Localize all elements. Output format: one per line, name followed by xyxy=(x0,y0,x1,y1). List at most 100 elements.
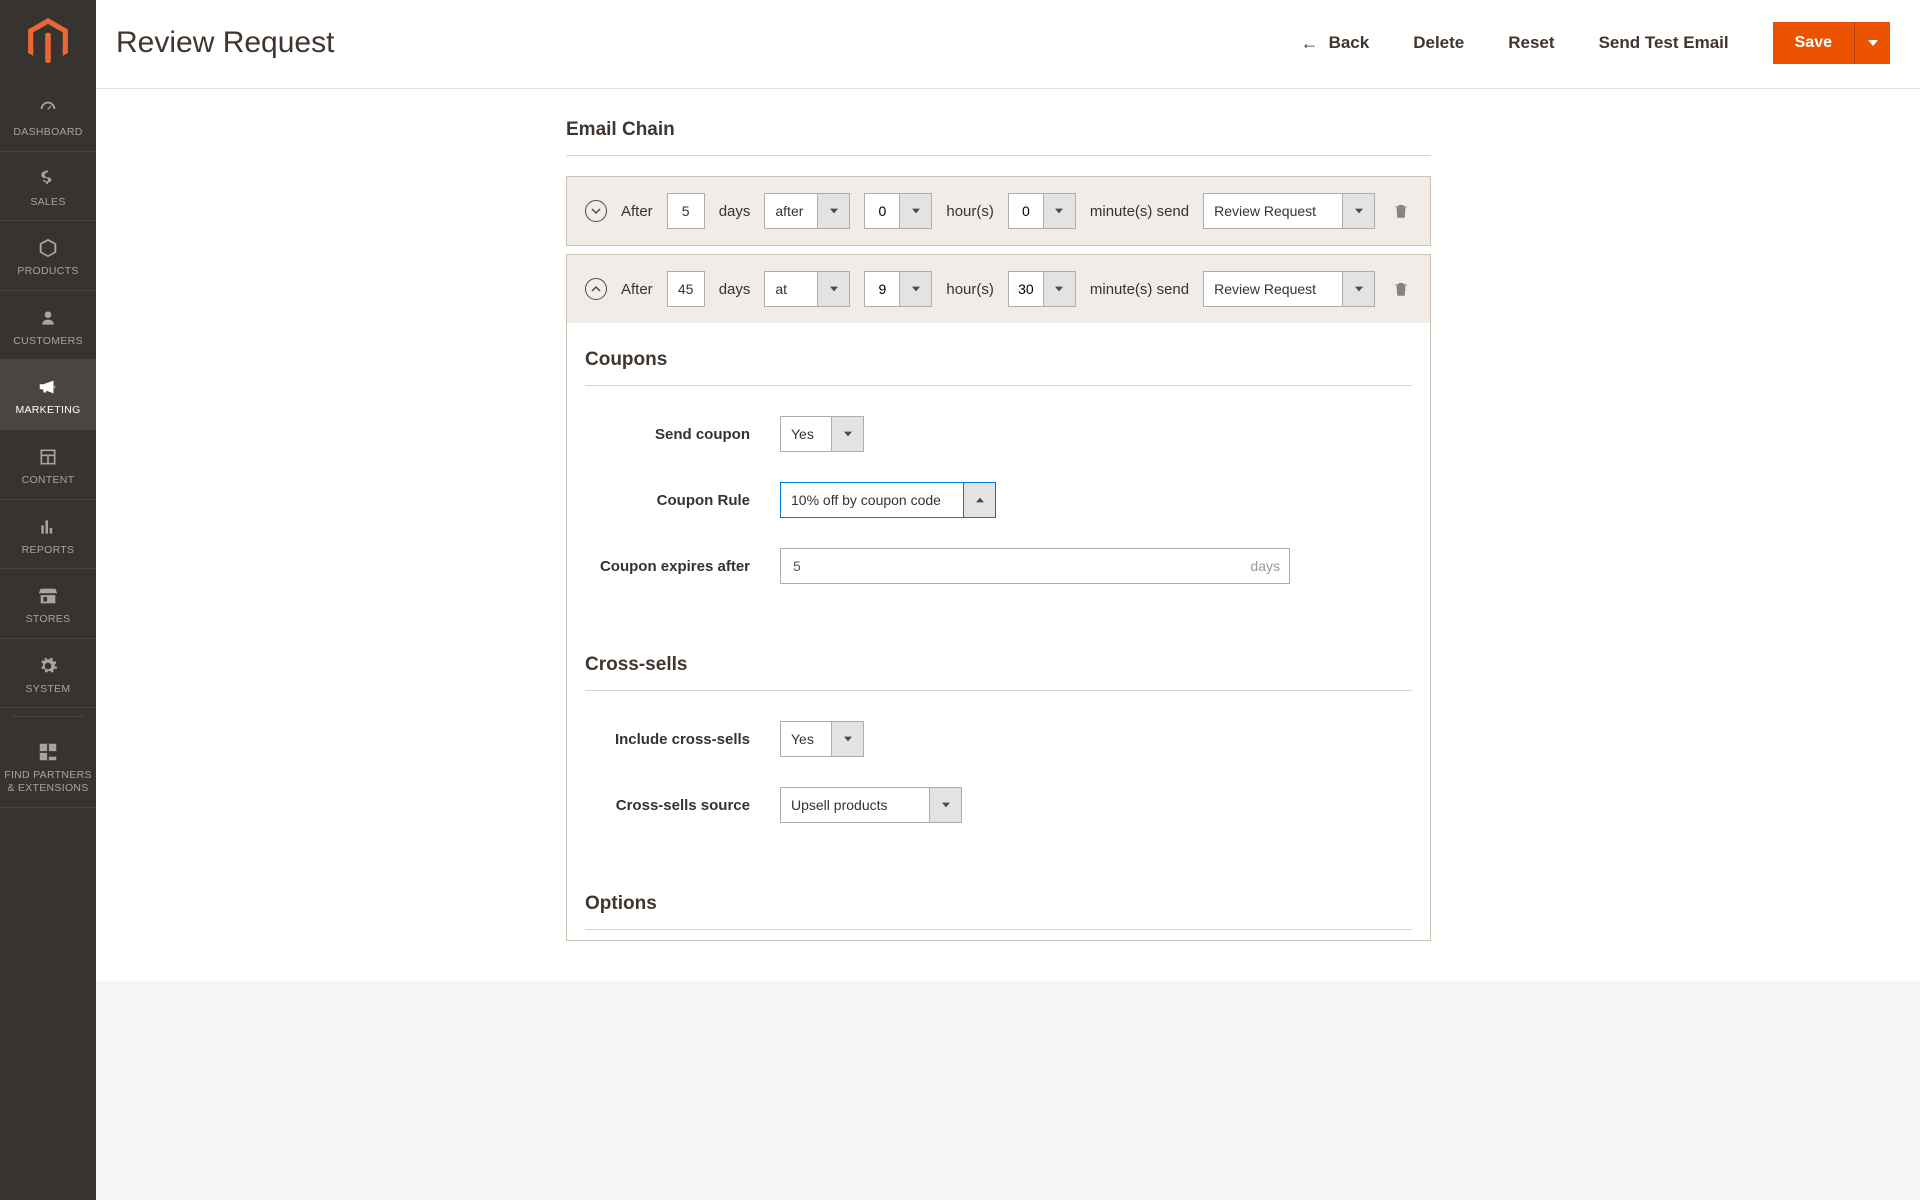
nav-label: PRODUCTS xyxy=(17,265,78,278)
save-button[interactable]: Save xyxy=(1773,22,1854,64)
page-header: Review Request ← Back Delete Reset Send … xyxy=(96,0,1920,89)
hours-select[interactable] xyxy=(864,193,932,229)
select-toggle[interactable] xyxy=(832,721,864,757)
nav-label: CUSTOMERS xyxy=(13,335,83,348)
blocks-icon xyxy=(37,739,59,765)
template-select[interactable]: Review Request xyxy=(1203,271,1375,307)
magento-logo[interactable] xyxy=(0,0,96,82)
email-chain-expanded-panel: Coupons Send coupon Yes xyxy=(566,323,1431,941)
select-toggle[interactable] xyxy=(818,271,850,307)
select-toggle[interactable] xyxy=(1044,193,1076,229)
select-toggle[interactable] xyxy=(900,271,932,307)
cross-sells-source-value: Upsell products xyxy=(780,787,930,823)
hours-input[interactable] xyxy=(864,271,900,307)
back-button[interactable]: ← Back xyxy=(1301,33,1370,54)
chart-icon xyxy=(38,514,58,540)
sidebar-divider xyxy=(12,716,84,717)
megaphone-icon xyxy=(37,374,59,400)
when-select[interactable]: at xyxy=(764,271,850,307)
trash-icon xyxy=(1392,280,1410,298)
layout-icon xyxy=(38,444,58,470)
nav-label: REPORTS xyxy=(22,544,75,557)
select-toggle[interactable] xyxy=(1343,271,1375,307)
nav-label: FIND PARTNERS & EXTENSIONS xyxy=(4,769,92,794)
send-coupon-value: Yes xyxy=(780,416,832,452)
nav-label: MARKETING xyxy=(15,404,80,417)
days-input[interactable] xyxy=(667,193,705,229)
chevron-down-icon xyxy=(590,205,602,217)
days-input[interactable] xyxy=(667,271,705,307)
include-cross-sells-label: Include cross-sells xyxy=(585,731,780,748)
template-select[interactable]: Review Request xyxy=(1203,193,1375,229)
hours-input[interactable] xyxy=(864,193,900,229)
days-label: days xyxy=(719,203,751,220)
back-label: Back xyxy=(1329,33,1370,53)
dollar-icon xyxy=(38,166,58,192)
nav-label: SYSTEM xyxy=(26,683,71,696)
page-title: Review Request xyxy=(116,26,334,60)
select-toggle[interactable] xyxy=(964,482,996,518)
delete-button[interactable]: Delete xyxy=(1413,33,1464,53)
hours-select[interactable] xyxy=(864,271,932,307)
email-chain-row: After days after hour(s) xyxy=(566,176,1431,246)
select-toggle[interactable] xyxy=(930,787,962,823)
reset-button[interactable]: Reset xyxy=(1508,33,1554,53)
trash-icon xyxy=(1392,202,1410,220)
collapse-toggle[interactable] xyxy=(585,278,607,300)
nav-content[interactable]: CONTENT xyxy=(0,430,96,500)
nav-system[interactable]: SYSTEM xyxy=(0,639,96,709)
nav-find-partners[interactable]: FIND PARTNERS & EXTENSIONS xyxy=(0,725,96,807)
coupon-rule-select[interactable]: 10% off by coupon code xyxy=(780,482,996,518)
nav-reports[interactable]: REPORTS xyxy=(0,500,96,570)
days-suffix: days xyxy=(1250,548,1280,584)
minutes-select[interactable] xyxy=(1008,193,1076,229)
arrow-left-icon: ← xyxy=(1301,33,1319,54)
coupon-rule-value: 10% off by coupon code xyxy=(780,482,964,518)
include-cross-sells-select[interactable]: Yes xyxy=(780,721,864,757)
send-test-email-button[interactable]: Send Test Email xyxy=(1599,33,1729,53)
nav-label: DASHBOARD xyxy=(13,126,82,139)
include-cross-sells-value: Yes xyxy=(780,721,832,757)
nav-customers[interactable]: CUSTOMERS xyxy=(0,291,96,361)
nav-products[interactable]: PRODUCTS xyxy=(0,221,96,291)
days-label: days xyxy=(719,281,751,298)
select-toggle[interactable] xyxy=(818,193,850,229)
expand-toggle[interactable] xyxy=(585,200,607,222)
cross-sells-source-label: Cross-sells source xyxy=(585,797,780,814)
send-coupon-select[interactable]: Yes xyxy=(780,416,864,452)
select-toggle[interactable] xyxy=(832,416,864,452)
admin-sidebar: DASHBOARD SALES PRODUCTS CUSTOMERS MARKE… xyxy=(0,0,96,1200)
coupon-expires-input[interactable] xyxy=(780,548,1290,584)
cross-sells-source-select[interactable]: Upsell products xyxy=(780,787,962,823)
section-options-title: Options xyxy=(585,893,1412,930)
section-cross-sells-title: Cross-sells xyxy=(585,654,1412,691)
nav-stores[interactable]: STORES xyxy=(0,569,96,639)
when-value: at xyxy=(764,271,818,307)
nav-label: STORES xyxy=(26,613,71,626)
coupon-expires-label: Coupon expires after xyxy=(585,558,780,575)
hours-label: hour(s) xyxy=(946,281,994,298)
delete-row-button[interactable] xyxy=(1390,200,1412,222)
template-value: Review Request xyxy=(1203,271,1343,307)
minutes-select[interactable] xyxy=(1008,271,1076,307)
when-select[interactable]: after xyxy=(764,193,850,229)
nav-marketing[interactable]: MARKETING xyxy=(0,360,96,430)
after-label: After xyxy=(621,203,653,220)
nav-sales[interactable]: SALES xyxy=(0,152,96,222)
select-toggle[interactable] xyxy=(900,193,932,229)
delete-row-button[interactable] xyxy=(1390,278,1412,300)
storefront-icon xyxy=(37,583,59,609)
box-icon xyxy=(37,235,59,261)
gear-icon xyxy=(38,653,58,679)
select-toggle[interactable] xyxy=(1044,271,1076,307)
after-label: After xyxy=(621,281,653,298)
chevron-down-icon xyxy=(1868,38,1878,48)
minutes-input[interactable] xyxy=(1008,271,1044,307)
person-icon xyxy=(38,305,58,331)
chevron-up-icon xyxy=(590,283,602,295)
nav-dashboard[interactable]: DASHBOARD xyxy=(0,82,96,152)
minutes-input[interactable] xyxy=(1008,193,1044,229)
select-toggle[interactable] xyxy=(1343,193,1375,229)
nav-label: SALES xyxy=(30,196,65,209)
save-dropdown-toggle[interactable] xyxy=(1854,22,1890,64)
